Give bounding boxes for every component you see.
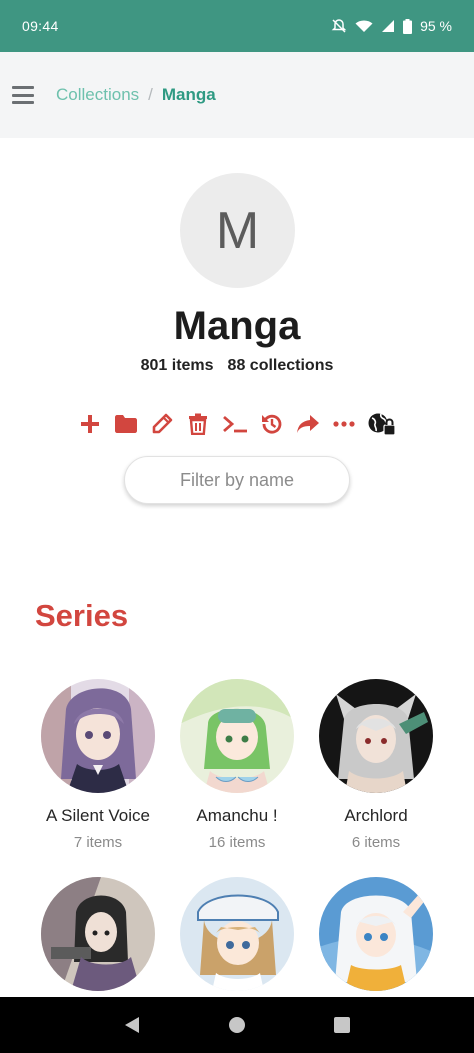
series-cover-image [319,877,433,991]
breadcrumb-separator: / [148,85,153,104]
series-name: Amanchu ! [196,806,278,825]
battery-icon [403,18,413,34]
add-icon[interactable] [78,412,102,436]
series-card[interactable] [162,877,312,1004]
series-cover-image [319,679,433,793]
series-cover-image [180,877,294,991]
collections-count: 88 collections [227,357,334,374]
share-icon[interactable] [296,412,320,436]
hamburger-menu-icon[interactable] [12,86,34,104]
recents-icon[interactable] [327,1010,357,1040]
action-toolbar [78,410,396,438]
series-cover-image [41,877,155,991]
series-item-count: 7 items [73,834,123,851]
breadcrumb-collections-link[interactable]: Collections [56,85,139,105]
series-cover-image [41,679,155,793]
collection-counts: 801 items 88 collections [0,357,474,375]
edit-icon[interactable] [150,412,174,436]
delete-icon[interactable] [186,412,210,436]
battery-level: 95 % [420,18,452,34]
series-name: A Silent Voice [46,806,150,825]
series-cover-image [180,679,294,793]
series-item-count: 16 items [208,834,266,851]
section-title-series: Series [35,598,129,633]
status-bar: 09:44 95 % [0,0,474,52]
terminal-icon[interactable] [222,412,248,436]
series-card[interactable] [23,877,173,1004]
avatar: M [180,173,295,288]
series-card[interactable]: Archlord 6 items [301,679,451,851]
filter-input[interactable] [124,456,350,504]
status-icons: 95 % [331,18,452,34]
bell-off-icon [331,18,347,34]
series-card[interactable] [301,877,451,1004]
signal-icon [381,19,395,33]
back-icon[interactable] [117,1010,147,1040]
page-title: Manga [173,304,301,348]
series-card[interactable]: Amanchu ! 16 items [162,679,312,851]
status-time: 09:44 [22,18,59,34]
series-name: Archlord [344,806,408,825]
more-icon[interactable] [332,412,356,436]
folder-icon[interactable] [114,412,138,436]
series-item-count: 6 items [351,834,401,851]
breadcrumb-current: Manga [161,85,216,104]
home-icon[interactable] [222,1010,252,1040]
history-icon[interactable] [260,412,284,436]
items-count: 801 items [140,357,214,374]
series-card[interactable]: A Silent Voice 7 items [23,679,173,851]
app-bar: Collections / Manga [0,52,474,138]
system-nav-bar [0,997,474,1053]
wifi-icon [355,19,373,33]
public-lock-icon[interactable] [368,412,396,436]
breadcrumb: Collections / Manga [56,85,216,105]
